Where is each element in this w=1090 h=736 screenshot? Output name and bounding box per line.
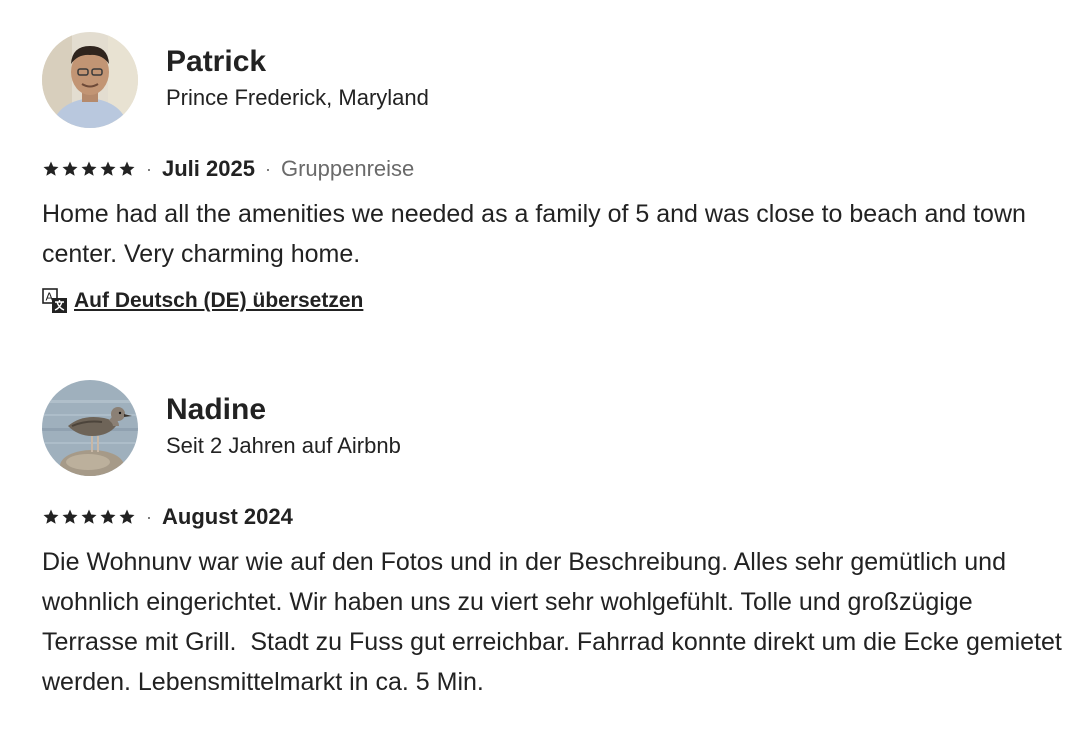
separator-dot: · [146,159,152,179]
translate-link[interactable]: Auf Deutsch (DE) übersetzen [74,289,363,313]
review-meta: · August 2024 [42,502,1062,532]
star-rating [42,508,136,526]
review-meta: · Juli 2025 · Gruppenreise [42,154,1062,184]
star-icon [119,161,135,176]
star-icon [43,161,59,176]
reviewer-location: Prince Frederick, Maryland [166,85,429,110]
reviewer-header: Nadine Seit 2 Jahren auf Airbnb [42,380,1062,476]
star-icon [81,509,97,524]
trip-type: Gruppenreise [280,156,415,181]
separator-dot: · [146,507,152,527]
star-icon [43,509,59,524]
star-icon [62,161,78,176]
reviewer-name[interactable]: Patrick [166,44,429,80]
star-icon [119,509,135,524]
translate-icon: A [42,288,67,313]
reviewer-name[interactable]: Nadine [166,392,401,428]
translate-row[interactable]: A Auf Deutsch (DE) übersetzen [42,286,1062,316]
star-rating [42,160,136,178]
reviewer-tenure: Seit 2 Jahren auf Airbnb [166,433,401,458]
reviewer-info: Nadine Seit 2 Jahren auf Airbnb [166,380,401,460]
star-icon [81,161,97,176]
star-icon [100,509,116,524]
seagull-photo-icon [42,380,138,476]
star-icon [100,161,116,176]
review-date: Juli 2025 [162,156,255,181]
review-card: Patrick Prince Frederick, Maryland · Jul… [42,32,1062,316]
review-text: Die Wohnunv war wie auf den Fotos und in… [42,548,1069,696]
reviewer-info: Patrick Prince Frederick, Maryland [166,32,429,112]
review-text: Home had all the amenities we needed as … [42,200,1033,268]
avatar[interactable] [42,380,138,476]
avatar[interactable] [42,32,138,128]
separator-dot: · [264,159,271,179]
review-card: Nadine Seit 2 Jahren auf Airbnb · August… [42,380,1062,702]
person-photo-icon [42,32,138,128]
star-icon [62,509,78,524]
review-date: August 2024 [162,504,293,529]
reviewer-header: Patrick Prince Frederick, Maryland [42,32,1062,128]
